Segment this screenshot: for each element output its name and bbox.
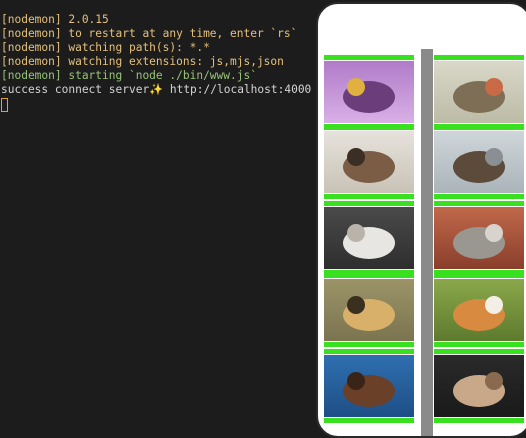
terminal-line-version: [nodemon] 2.0.15 xyxy=(1,13,109,26)
gallery-image xyxy=(434,131,524,193)
gallery-image-card[interactable] xyxy=(324,125,414,199)
terminal-line-watching-paths: [nodemon] watching path(s): *.* xyxy=(1,41,210,54)
card-bottom-bar xyxy=(324,418,414,423)
gallery-image xyxy=(434,355,524,417)
terminal-panel[interactable]: [nodemon] 2.0.15 [nodemon] to restart at… xyxy=(0,0,318,436)
terminal-line-watching-extensions: [nodemon] watching extensions: js,mjs,js… xyxy=(1,55,284,68)
card-bottom-bar xyxy=(434,194,524,199)
gallery-image xyxy=(324,131,414,193)
gallery-image-card[interactable] xyxy=(434,55,524,129)
card-top-bar xyxy=(324,201,414,206)
terminal-line-restart-hint: [nodemon] to restart at any time, enter … xyxy=(1,27,298,40)
gallery-image-card[interactable] xyxy=(324,273,414,347)
gallery-image xyxy=(324,279,414,341)
card-top-bar xyxy=(324,55,414,60)
gallery-image-card[interactable] xyxy=(434,349,524,423)
card-bottom-bar xyxy=(434,342,524,347)
card-top-bar xyxy=(434,55,524,60)
card-bottom-bar xyxy=(324,342,414,347)
gallery-image xyxy=(434,61,524,123)
card-top-bar xyxy=(434,125,524,130)
gallery-image xyxy=(434,207,524,269)
gallery-image-card[interactable] xyxy=(324,201,414,275)
gallery-image xyxy=(324,207,414,269)
gallery-image-card[interactable] xyxy=(324,55,414,129)
terminal-line-starting: [nodemon] starting `node ./bin/www.js` xyxy=(1,69,257,82)
card-top-bar xyxy=(434,273,524,278)
card-top-bar xyxy=(434,349,524,354)
card-bottom-bar xyxy=(324,194,414,199)
terminal-line-server-success: success connect server✨ http://localhost… xyxy=(1,83,312,96)
gallery-image-card[interactable] xyxy=(434,125,524,199)
gallery-image-card[interactable] xyxy=(434,273,524,347)
gallery-image xyxy=(324,355,414,417)
phone-frame xyxy=(316,2,526,438)
gallery-image-card[interactable] xyxy=(434,201,524,275)
card-top-bar xyxy=(324,273,414,278)
column-divider xyxy=(421,49,433,436)
gallery-image xyxy=(434,279,524,341)
card-top-bar xyxy=(324,349,414,354)
gallery-image xyxy=(324,61,414,123)
gallery-image-card[interactable] xyxy=(324,349,414,423)
image-grid[interactable] xyxy=(324,49,524,436)
card-bottom-bar xyxy=(434,418,524,423)
terminal-cursor xyxy=(1,98,8,112)
card-top-bar xyxy=(324,125,414,130)
card-top-bar xyxy=(434,201,524,206)
